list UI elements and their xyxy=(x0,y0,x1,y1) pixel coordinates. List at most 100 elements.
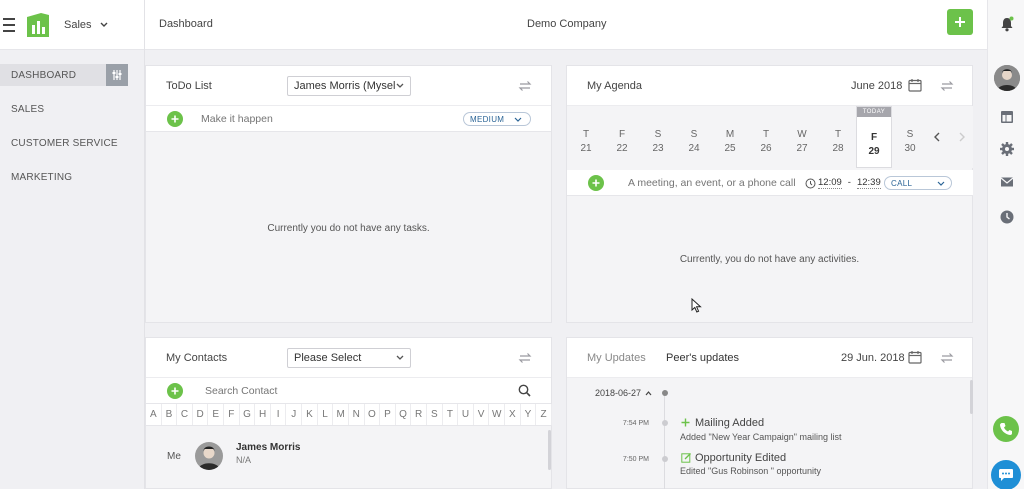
letter-filter[interactable]: J xyxy=(286,404,303,425)
tab-peers-updates[interactable]: Peer's updates xyxy=(666,352,739,364)
chat-button[interactable] xyxy=(991,460,1021,489)
letter-filter[interactable]: N xyxy=(349,404,365,425)
user-avatar[interactable] xyxy=(994,65,1020,91)
timeline-line xyxy=(664,390,665,489)
day-cell[interactable]: M 25 xyxy=(712,128,748,156)
agenda-input-row: 12:09 - 12:39 CALL xyxy=(567,170,973,196)
updates-header: My Updates Peer's updates 29 Jun. 2018 xyxy=(567,338,972,378)
contacts-filter-select[interactable]: Please Select xyxy=(287,348,411,368)
edit-icon xyxy=(681,452,692,466)
sidebar-item-customer-service[interactable]: CUSTOMER SERVICE xyxy=(0,126,144,160)
sidebar-item-sales[interactable]: SALES xyxy=(0,92,144,126)
letter-filter[interactable]: E xyxy=(208,404,225,425)
letter-filter[interactable]: L xyxy=(318,404,334,425)
todo-empty-message: Currently you do not have any tasks. xyxy=(267,223,430,234)
letter-filter[interactable]: V xyxy=(474,404,490,425)
tab-my-updates[interactable]: My Updates xyxy=(587,352,646,364)
sliders-icon[interactable] xyxy=(106,64,128,86)
letter-filter[interactable]: R xyxy=(411,404,427,425)
day-cell[interactable]: T 28 xyxy=(820,128,856,156)
day-cell[interactable]: S 24 xyxy=(676,128,712,156)
letter-filter[interactable]: Y xyxy=(521,404,537,425)
letter-filter[interactable]: A xyxy=(146,404,162,425)
letter-filter[interactable]: D xyxy=(193,404,209,425)
day-cell[interactable]: W 27 xyxy=(784,128,820,156)
sidebar-item-marketing[interactable]: MARKETING xyxy=(0,160,144,194)
chevron-down-icon xyxy=(100,22,108,27)
sidebar-item-label: MARKETING xyxy=(11,171,73,183)
time-start[interactable]: 12:09 xyxy=(818,177,842,189)
time-end[interactable]: 12:39 xyxy=(856,177,881,189)
letter-filter[interactable]: P xyxy=(380,404,396,425)
chevron-right-icon[interactable] xyxy=(958,132,966,145)
task-input[interactable] xyxy=(201,113,451,125)
letter-filter[interactable]: Z xyxy=(536,404,552,425)
chat-icon xyxy=(999,469,1013,481)
letter-filter[interactable]: S xyxy=(427,404,443,425)
day-cell[interactable]: S 30 xyxy=(892,128,928,156)
day-of-week: F xyxy=(618,129,626,140)
add-button[interactable] xyxy=(947,9,973,35)
updates-scrollbar[interactable] xyxy=(970,380,973,414)
letter-filter[interactable]: H xyxy=(255,404,271,425)
gear-icon[interactable] xyxy=(999,141,1015,157)
activity-input[interactable] xyxy=(628,177,800,189)
activity-type-select[interactable]: CALL xyxy=(884,176,952,190)
letter-filter[interactable]: O xyxy=(365,404,381,425)
todo-owner-select[interactable]: James Morris (Mysel xyxy=(287,76,411,96)
add-activity-button[interactable] xyxy=(588,175,604,191)
letter-filter[interactable]: X xyxy=(505,404,521,425)
letter-filter[interactable]: W xyxy=(489,404,506,425)
todo-input-row: MEDIUM xyxy=(146,106,551,132)
day-number: 25 xyxy=(724,143,736,154)
timeline-group-toggle[interactable]: 2018-06-27 xyxy=(595,388,652,398)
sidebar-item-label: DASHBOARD xyxy=(11,69,77,81)
letter-filter[interactable]: Q xyxy=(396,404,412,425)
sidebar-item-dashboard[interactable]: DASHBOARD xyxy=(0,64,128,86)
refresh-icon[interactable] xyxy=(517,78,533,94)
letter-filter[interactable]: T xyxy=(443,404,459,425)
sidebar-item-label: CUSTOMER SERVICE xyxy=(11,137,118,149)
contacts-header: My Contacts Please Select xyxy=(146,338,551,378)
clock-icon[interactable] xyxy=(999,209,1015,225)
hamburger-menu-icon[interactable] xyxy=(3,17,21,32)
calendar-icon[interactable] xyxy=(908,78,922,92)
day-of-week: T xyxy=(582,129,590,140)
add-task-button[interactable] xyxy=(167,111,183,127)
day-cell[interactable]: S 23 xyxy=(640,128,676,156)
phone-button[interactable] xyxy=(993,416,1019,442)
refresh-icon[interactable] xyxy=(517,350,533,366)
day-cell[interactable]: F 22 xyxy=(604,128,640,156)
letter-filter[interactable]: K xyxy=(302,404,318,425)
day-cell[interactable]: T 26 xyxy=(748,128,784,156)
mail-icon[interactable] xyxy=(999,174,1015,190)
priority-select[interactable]: MEDIUM xyxy=(463,112,531,126)
add-contact-button[interactable] xyxy=(167,383,183,399)
refresh-icon[interactable] xyxy=(939,78,955,94)
letter-filter[interactable]: U xyxy=(458,404,474,425)
bell-icon[interactable] xyxy=(1000,16,1014,35)
topbar: Dashboard Demo Company xyxy=(145,0,987,50)
letter-filter[interactable]: C xyxy=(177,404,193,425)
clock-icon[interactable] xyxy=(805,178,816,192)
chevron-left-icon[interactable] xyxy=(933,132,941,145)
app-logo[interactable] xyxy=(27,12,49,37)
time-range[interactable]: 12:09 - 12:39 xyxy=(818,177,881,189)
layout-icon[interactable] xyxy=(999,109,1015,125)
letter-filter[interactable]: M xyxy=(333,404,349,425)
contact-row[interactable]: Me James Morris N/A xyxy=(146,434,548,480)
letter-filter[interactable]: I xyxy=(271,404,287,425)
letter-filter[interactable]: B xyxy=(162,404,178,425)
agenda-month: June 2018 xyxy=(851,80,903,92)
calendar-icon[interactable] xyxy=(908,350,922,364)
refresh-icon[interactable] xyxy=(939,350,955,366)
letter-filter[interactable]: F xyxy=(224,404,240,425)
day-number: 22 xyxy=(616,143,628,154)
contact-search-input[interactable] xyxy=(205,385,455,397)
search-icon[interactable] xyxy=(518,384,531,400)
app-switcher[interactable]: Sales xyxy=(64,19,108,31)
letter-filter[interactable]: G xyxy=(240,404,256,425)
day-cell[interactable]: T 21 xyxy=(568,128,604,156)
contacts-scrollbar[interactable] xyxy=(548,430,551,470)
day-cell-today[interactable]: TODAY F 29 xyxy=(856,106,892,168)
